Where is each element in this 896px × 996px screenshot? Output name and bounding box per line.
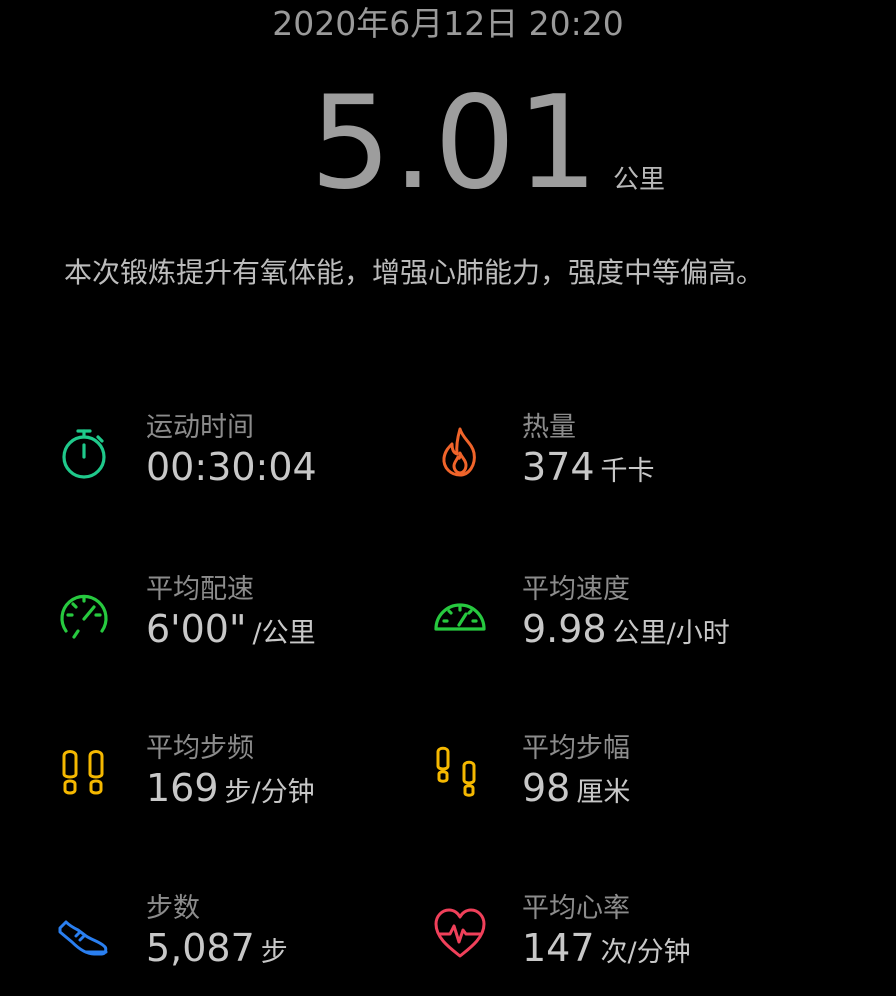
metric-unit: /公里 <box>252 618 316 649</box>
metric-unit: 步/分钟 <box>224 777 315 808</box>
metric-unit: 厘米 <box>576 777 631 808</box>
metric-value: 147 次/分钟 <box>522 926 691 970</box>
metric-number: 98 <box>522 766 571 810</box>
metric-number: 147 <box>522 926 595 970</box>
metric-value: 00:30:04 <box>146 445 317 489</box>
flame-icon <box>432 425 488 481</box>
metric-unit: 次/分钟 <box>600 937 691 968</box>
metric-number: 00:30:04 <box>146 445 317 489</box>
metric-label: 平均配速 <box>146 574 254 605</box>
metric-value: 98 厘米 <box>522 766 630 810</box>
pace-gauge-icon <box>56 587 112 643</box>
metric-exercise-time: 运动时间 00:30:04 <box>56 405 426 515</box>
metric-number: 9.98 <box>522 607 607 651</box>
distance-display: 5.01 公里 <box>310 80 665 208</box>
metric-average-cadence: 平均步频 169 步/分钟 <box>56 726 426 836</box>
shoe-icon <box>56 906 112 962</box>
metric-label: 平均心率 <box>522 893 630 924</box>
metric-average-stride: 平均步幅 98 厘米 <box>432 726 802 836</box>
footprints-icon <box>56 746 112 802</box>
metric-unit: 步 <box>260 937 288 968</box>
stride-footprints-icon <box>432 746 488 802</box>
metric-label: 热量 <box>522 412 576 443</box>
metric-value: 9.98 公里/小时 <box>522 607 730 651</box>
metric-number: 169 <box>146 766 219 810</box>
metric-value: 169 步/分钟 <box>146 766 315 810</box>
metric-calories: 热量 374 千卡 <box>432 405 802 515</box>
metric-average-speed: 平均速度 9.98 公里/小时 <box>432 567 802 677</box>
metric-label: 平均步频 <box>146 733 254 764</box>
metric-value: 5,087 步 <box>146 926 288 970</box>
metric-average-pace: 平均配速 6'00"/公里 <box>56 567 426 677</box>
distance-value: 5.01 <box>310 69 599 218</box>
heart-rate-icon <box>432 906 488 962</box>
metric-label: 运动时间 <box>146 412 254 443</box>
stopwatch-icon <box>56 425 112 481</box>
workout-datetime: 2020年6月12日 20:20 <box>272 4 624 43</box>
metric-unit: 千卡 <box>600 456 655 487</box>
metric-label: 平均速度 <box>522 574 630 605</box>
metric-unit: 公里/小时 <box>612 618 730 649</box>
metric-value: 374 千卡 <box>522 445 655 489</box>
workout-summary: 本次锻炼提升有氧体能，增强心肺能力，强度中等偏高。 <box>64 256 765 289</box>
metric-label: 平均步幅 <box>522 733 630 764</box>
metric-value: 6'00"/公里 <box>146 607 316 651</box>
metric-steps: 步数 5,087 步 <box>56 886 426 996</box>
speedometer-icon <box>432 587 488 643</box>
metric-average-heart-rate: 平均心率 147 次/分钟 <box>432 886 802 996</box>
metric-number: 374 <box>522 445 595 489</box>
metric-number: 6'00" <box>146 607 247 651</box>
distance-unit: 公里 <box>613 165 666 195</box>
metric-number: 5,087 <box>146 926 255 970</box>
metric-label: 步数 <box>146 893 200 924</box>
